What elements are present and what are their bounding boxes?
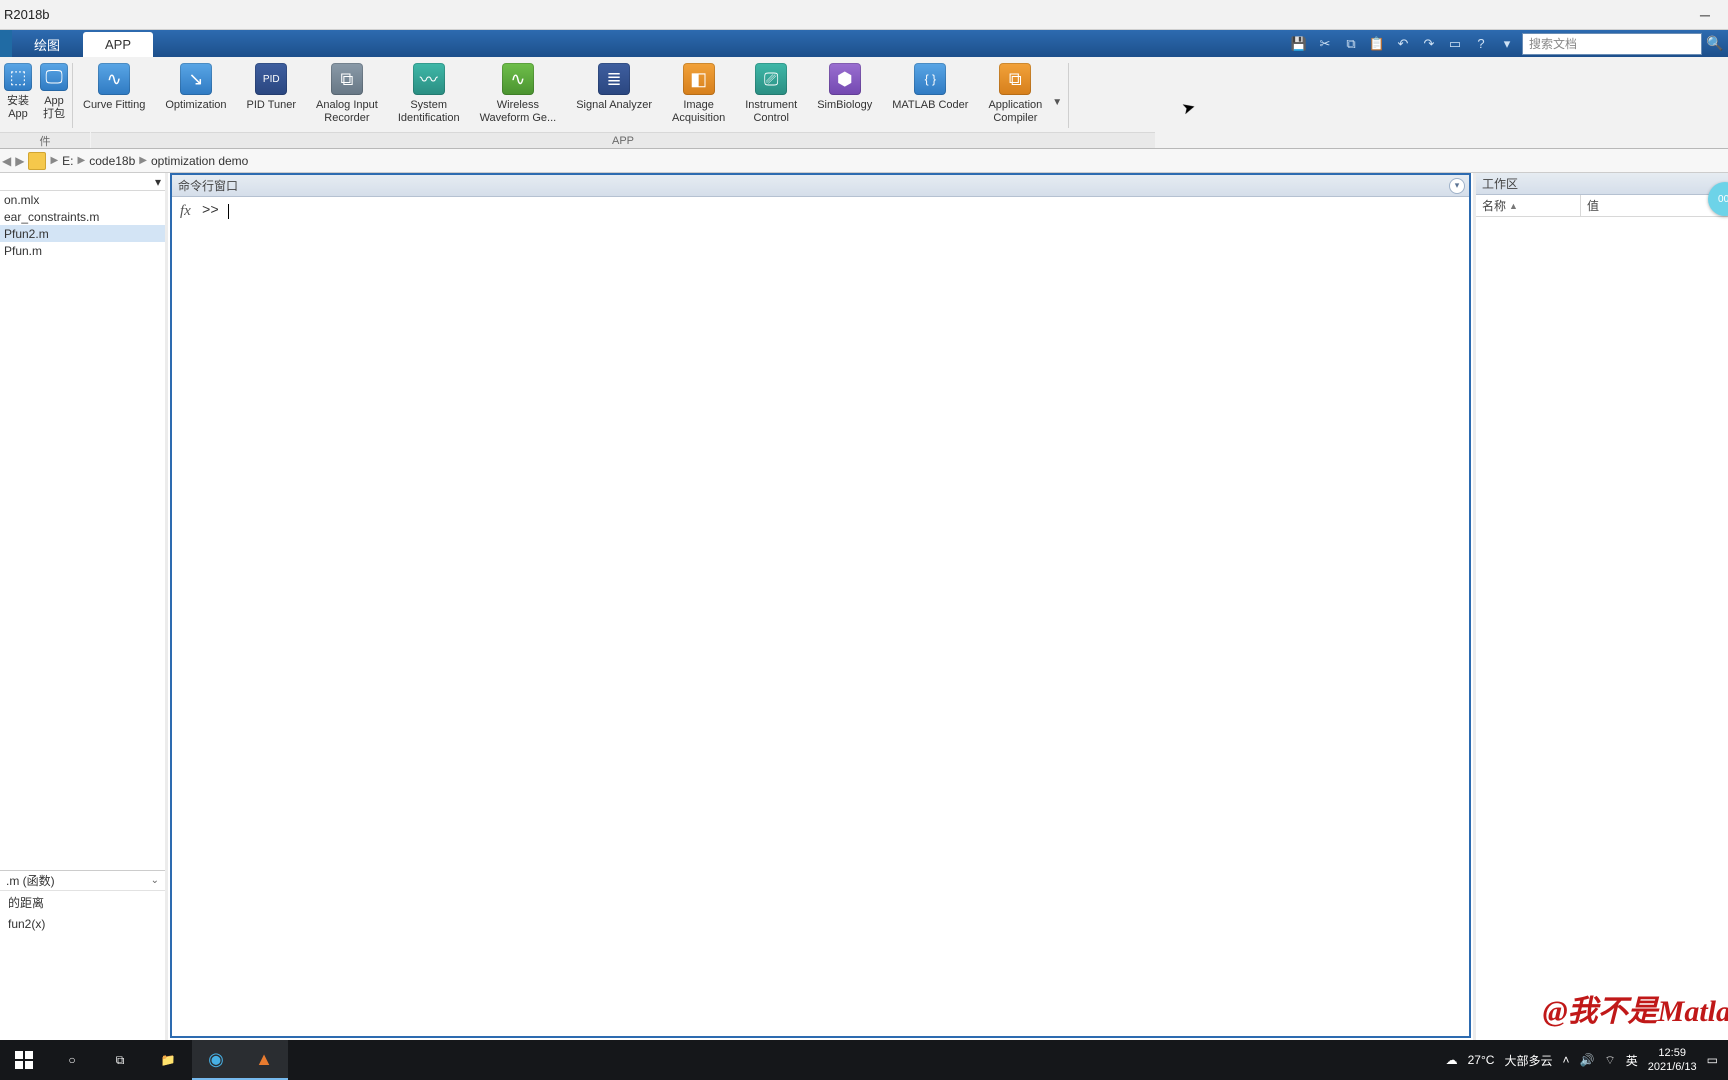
folder-icon[interactable] (28, 152, 46, 170)
details-line: 的距离 (0, 891, 165, 914)
ribbon-group-label-app: APP (91, 132, 1155, 148)
workspace-table-header: 名称▲ 值 (1476, 195, 1728, 217)
addr-seg-1[interactable]: code18b (89, 154, 135, 168)
watermark-text: @我不是Matlab (1543, 986, 1728, 1030)
curve-fitting-icon: ∿ (98, 63, 130, 95)
pid-icon: PID (255, 63, 287, 95)
ribbon-more-apps[interactable]: ▼ (1052, 97, 1068, 108)
tab-app[interactable]: APP (83, 32, 153, 57)
compiler-icon: ⧉ (999, 63, 1031, 95)
tabstrip-corner (0, 30, 12, 57)
chevron-right-icon: ▶ (50, 155, 58, 166)
details-line: fun2(x) (0, 914, 165, 934)
task-view-button[interactable]: ⧉ (96, 1040, 144, 1080)
command-window-header: 命令行窗口 ▾ (172, 175, 1469, 197)
addr-seg-2[interactable]: optimization demo (151, 154, 248, 168)
window-title: R2018b (4, 7, 50, 22)
coder-icon: { } (914, 63, 946, 95)
address-bar: ◀ ▶ ▶ E: ▶ code18b ▶ optimization demo (0, 149, 1728, 173)
tray-chevron-icon[interactable]: ˄ (1562, 1053, 1569, 1067)
addr-back-icon[interactable]: ◀ (2, 154, 11, 168)
file-row[interactable]: on.mlx (0, 191, 165, 208)
cut-icon[interactable]: ✂ (1314, 33, 1336, 55)
file-row[interactable]: Pfun2.m (0, 225, 165, 242)
file-list-header: ▾ (0, 173, 165, 191)
wireless-icon: ∿ (502, 63, 534, 95)
ribbon-tabstrip: 绘图 APP 💾 ✂ ⧉ 📋 ↶ ↷ ▭ ? ▾ 搜索文档 🔍 (0, 30, 1728, 57)
command-window-panel: 命令行窗口 ▾ fx >> (168, 173, 1476, 1040)
chevron-right-icon: ▶ (78, 155, 86, 166)
volume-icon[interactable]: 🔊 (1579, 1053, 1594, 1067)
workspace-header: 工作区 (1476, 173, 1728, 195)
windows-taskbar: ○ ⧉ 📁 ◉ ▲ ☁ 27°C 大部多云 ˄ 🔊 ⌔ 英 12:59 2021… (0, 1040, 1728, 1080)
fx-icon[interactable]: fx (180, 203, 191, 220)
file-row[interactable]: Pfun.m (0, 242, 165, 259)
workspace-panel: 工作区 名称▲ 值 (1476, 173, 1728, 1040)
search-docs-input[interactable]: 搜索文档 (1522, 33, 1702, 55)
sysid-icon: 〰 (413, 63, 445, 95)
search-button[interactable]: ○ (48, 1040, 96, 1080)
wifi-icon[interactable]: ⌔ (1604, 1053, 1615, 1068)
file-details-panel: .m (函数) ⌄ 的距离 fun2(x) (0, 870, 165, 1040)
start-button[interactable] (0, 1040, 48, 1080)
command-prompt: >> (202, 203, 219, 219)
package-icon: 🖵 (40, 63, 68, 91)
undo-icon[interactable]: ↶ (1392, 33, 1414, 55)
weather-temp[interactable]: 27°C (1468, 1053, 1495, 1067)
search-icon[interactable]: 🔍 (1706, 35, 1724, 52)
file-details-header[interactable]: .m (函数) ⌄ (0, 871, 165, 891)
ime-indicator[interactable]: 英 (1626, 1052, 1638, 1069)
save-icon[interactable]: 💾 (1288, 33, 1310, 55)
matlab-app-button[interactable]: ▲ (240, 1040, 288, 1080)
panel-menu-icon[interactable]: ▾ (1449, 178, 1465, 194)
dropdown-icon[interactable]: ▾ (1496, 33, 1518, 55)
workspace-col-name[interactable]: 名称▲ (1476, 195, 1581, 216)
ribbon-group-label-file: 件 (0, 132, 90, 148)
edge-browser-button[interactable]: ◉ (192, 1040, 240, 1080)
notifications-icon[interactable]: ▭ (1707, 1053, 1718, 1067)
analog-icon: ⧉ (331, 63, 363, 95)
addr-drive[interactable]: E: (62, 154, 73, 168)
tab-plot[interactable]: 绘图 (12, 32, 82, 57)
main-area: ▾ on.mlxear_constraints.mPfun2.mPfun.m .… (0, 173, 1728, 1040)
addr-fwd-icon[interactable]: ▶ (15, 154, 24, 168)
chevron-down-icon: ⌄ (151, 875, 159, 886)
window-minimize-button[interactable]: ─ (1682, 0, 1728, 30)
system-tray: ☁ 27°C 大部多云 ˄ 🔊 ⌔ 英 12:59 2021/6/13 ▭ (1446, 1046, 1728, 1074)
chevron-right-icon: ▶ (139, 155, 147, 166)
redo-icon[interactable]: ↷ (1418, 33, 1440, 55)
copy-icon[interactable]: ⧉ (1340, 33, 1362, 55)
panel-menu-icon[interactable]: ▾ (155, 175, 161, 189)
paste-icon[interactable]: 📋 (1366, 33, 1388, 55)
weather-desc[interactable]: 大部多云 (1504, 1052, 1552, 1069)
layout-icon[interactable]: ▭ (1444, 33, 1466, 55)
signal-icon: ≣ (598, 63, 630, 95)
sort-asc-icon: ▲ (1509, 201, 1518, 211)
weather-icon[interactable]: ☁ (1446, 1053, 1458, 1067)
ribbon-toolstrip: ⬚安装App 🖵App打包 ∿Curve Fitting ↘Optimizati… (0, 57, 1728, 149)
file-list: ▾ on.mlxear_constraints.mPfun2.mPfun.m (0, 173, 165, 870)
optimization-icon: ↘ (180, 63, 212, 95)
image-acq-icon: ◧ (683, 63, 715, 95)
instrument-icon: ⎚ (755, 63, 787, 95)
help-icon[interactable]: ? (1470, 33, 1492, 55)
taskbar-clock[interactable]: 12:59 2021/6/13 (1648, 1046, 1697, 1074)
workspace-body (1476, 217, 1728, 1040)
simbio-icon: ⬢ (829, 63, 861, 95)
workspace-col-value[interactable]: 值 (1581, 195, 1728, 216)
text-cursor (228, 204, 229, 219)
file-row[interactable]: ear_constraints.m (0, 208, 165, 225)
current-folder-panel: ▾ on.mlxear_constraints.mPfun2.mPfun.m .… (0, 173, 168, 1040)
install-icon: ⬚ (4, 63, 32, 91)
file-explorer-button[interactable]: 📁 (144, 1040, 192, 1080)
window-title-bar: R2018b ─ (0, 0, 1728, 30)
command-window-body[interactable]: fx >> (172, 197, 1469, 1036)
